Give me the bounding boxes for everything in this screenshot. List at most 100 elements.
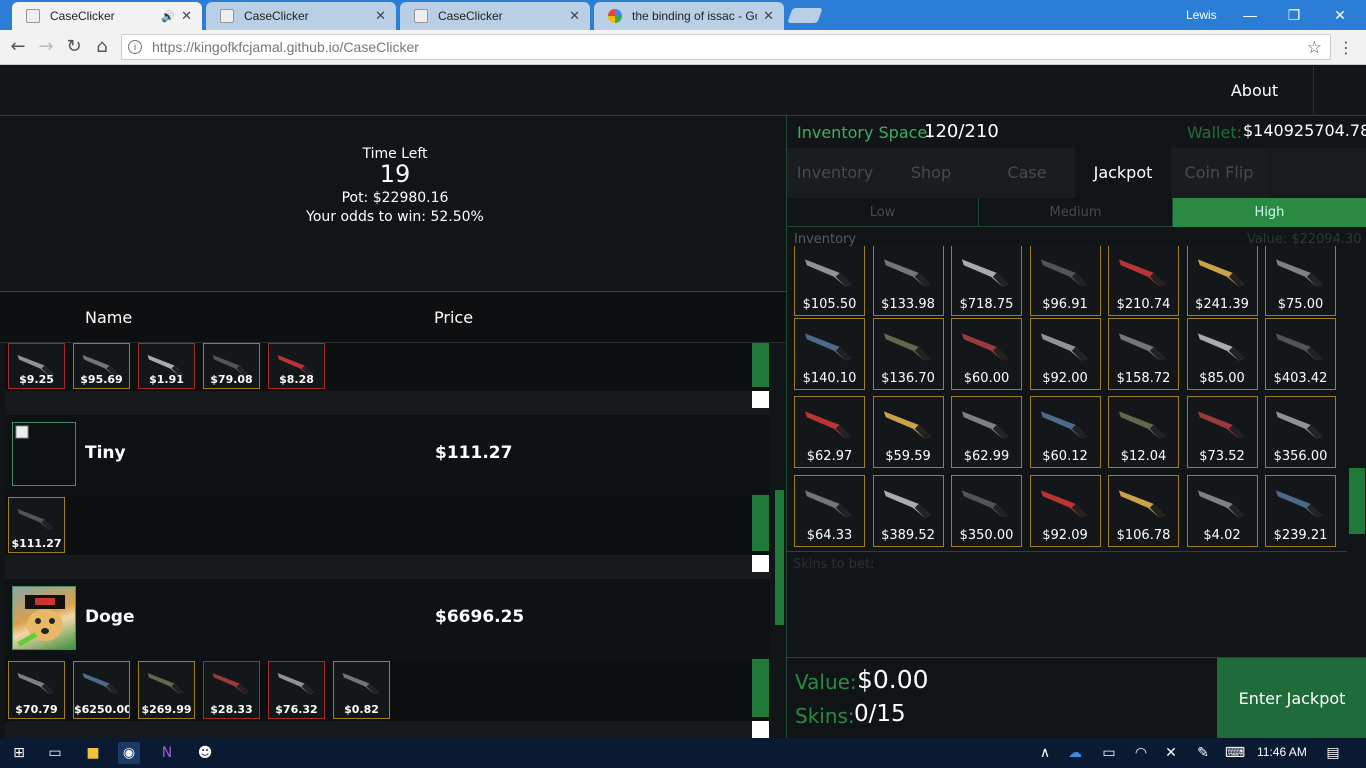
tab-jackpot[interactable]: Jackpot (1075, 148, 1171, 198)
close-tab-icon[interactable]: ✕ (763, 8, 774, 24)
restore-icon[interactable]: ❐ (1272, 4, 1316, 26)
new-tab-button[interactable] (787, 8, 823, 23)
tab-case[interactable]: Case (979, 148, 1075, 198)
minimize-icon[interactable]: — (1228, 4, 1272, 26)
inventory-item[interactable]: $136.70 (872, 317, 944, 390)
risk-high[interactable]: High (1173, 198, 1366, 227)
browser-tab-4[interactable]: the binding of issac - Go ✕ (594, 2, 784, 30)
inventory-item[interactable]: $105.50 (794, 246, 865, 316)
inventory-item[interactable]: $718.75 (951, 246, 1022, 316)
address-bar[interactable]: i https://kingofkfcjamal.github.io/CaseC… (121, 34, 1331, 60)
bet-item[interactable]: $95.69 (73, 343, 130, 389)
weapon-skin-icon (961, 411, 1009, 439)
inventory-item[interactable]: $64.33 (794, 474, 865, 547)
enter-jackpot-button[interactable]: Enter Jackpot (1217, 658, 1366, 739)
back-icon[interactable]: ← (6, 35, 30, 59)
pen-icon[interactable]: ✎ (1192, 742, 1214, 764)
inventory-item[interactable]: $75.00 (1265, 246, 1336, 316)
close-tab-icon[interactable]: ✕ (569, 8, 580, 24)
inventory-item[interactable]: $140.10 (794, 317, 865, 390)
tab-coin-flip[interactable]: Coin Flip (1171, 148, 1267, 198)
inventory-item[interactable]: $106.78 (1108, 474, 1179, 547)
scrollbar-thumb[interactable] (775, 490, 784, 625)
volume-muted-icon[interactable]: ✕ (1160, 742, 1182, 764)
inventory-item[interactable]: $62.99 (951, 396, 1022, 468)
inventory-item[interactable]: $60.12 (1029, 396, 1101, 468)
inventory-item[interactable]: $239.21 (1265, 474, 1336, 547)
battery-icon[interactable]: ▭ (1098, 742, 1120, 764)
notifications-icon[interactable]: ▤ (1322, 742, 1344, 764)
browser-tab-strip: CaseClicker 🔊 ✕ CaseClicker ✕ CaseClicke… (0, 0, 1366, 30)
inventory-item[interactable]: $210.74 (1108, 246, 1179, 316)
chrome-icon[interactable]: ◉ (118, 742, 140, 764)
bet-item[interactable]: $0.82 (333, 661, 390, 719)
close-window-icon[interactable]: ✕ (1318, 4, 1362, 26)
item-price: $28.33 (210, 703, 253, 716)
bet-item[interactable]: $8.28 (268, 343, 325, 389)
inventory-item[interactable]: $85.00 (1186, 317, 1258, 390)
close-tab-icon[interactable]: ✕ (375, 8, 386, 24)
item-price: $59.59 (885, 449, 931, 464)
inventory-item[interactable]: $4.02 (1186, 474, 1258, 547)
tab-shop[interactable]: Shop (883, 148, 979, 198)
task-view-icon[interactable]: ▭ (44, 742, 66, 764)
app-icon[interactable]: ☻ (194, 742, 216, 764)
risk-low[interactable]: Low (787, 198, 979, 227)
item-price: $62.97 (806, 449, 853, 464)
bet-item[interactable]: $6250.00 (73, 661, 130, 719)
browser-tab-1[interactable]: CaseClicker 🔊 ✕ (12, 2, 202, 30)
inventory-scrollbar-thumb[interactable] (1349, 468, 1365, 534)
wifi-icon[interactable]: ◠ (1130, 742, 1152, 764)
inventory-item[interactable]: $389.52 (872, 474, 944, 547)
inventory-item[interactable]: $350.00 (951, 474, 1022, 547)
bet-item[interactable]: $70.79 (8, 661, 65, 719)
bet-item[interactable]: $76.32 (268, 661, 325, 719)
onedrive-icon[interactable]: ☁ (1064, 742, 1086, 764)
show-hidden-icons[interactable]: ∧ (1034, 742, 1056, 764)
inventory-item[interactable]: $133.98 (872, 246, 944, 316)
risk-medium[interactable]: Medium (979, 198, 1173, 227)
inventory-item[interactable]: $241.39 (1186, 246, 1258, 316)
inventory-item[interactable]: $62.97 (794, 396, 865, 468)
file-explorer-icon[interactable]: ■ (82, 742, 104, 764)
inventory-item[interactable]: $73.52 (1186, 396, 1258, 468)
inventory-item[interactable]: $158.72 (1108, 317, 1179, 390)
speaker-icon[interactable]: 🔊 (161, 10, 175, 23)
inventory-item[interactable]: $59.59 (872, 396, 944, 468)
home-icon[interactable]: ⌂ (90, 35, 114, 59)
bookmark-star-icon[interactable]: ☆ (1307, 38, 1322, 58)
onenote-icon[interactable]: N (156, 742, 178, 764)
odds-value: Your odds to win: 52.50% (306, 209, 484, 225)
inventory-item[interactable]: $356.00 (1265, 396, 1336, 468)
weapon-skin-icon (961, 259, 1009, 287)
item-price: $105.50 (802, 297, 857, 312)
inventory-item[interactable]: $60.00 (951, 317, 1022, 390)
browser-tab-2[interactable]: CaseClicker ✕ (206, 2, 396, 30)
profile-name[interactable]: Lewis (1186, 8, 1217, 22)
bet-item[interactable]: $111.27 (8, 497, 65, 553)
browser-tab-3[interactable]: CaseClicker ✕ (400, 2, 590, 30)
weapon-skin-icon (961, 332, 1009, 360)
bet-item[interactable]: $269.99 (138, 661, 195, 719)
close-tab-icon[interactable]: ✕ (181, 8, 192, 24)
windows-start-icon[interactable]: ⊞ (8, 742, 30, 764)
keyboard-icon[interactable]: ⌨ (1224, 742, 1246, 764)
inventory-item[interactable]: $92.09 (1029, 474, 1101, 547)
tab-inventory[interactable]: Inventory (787, 148, 883, 198)
clock[interactable]: 11:46 AM (1257, 745, 1307, 759)
bet-item[interactable]: $9.25 (8, 343, 65, 389)
menu-icon[interactable]: ⋮ (1338, 38, 1354, 57)
inventory-item[interactable]: $92.00 (1029, 317, 1101, 390)
inventory-item[interactable]: $96.91 (1029, 246, 1101, 316)
forward-icon[interactable]: → (34, 35, 58, 59)
bet-item[interactable]: $28.33 (203, 661, 260, 719)
inventory-item[interactable]: $12.04 (1108, 396, 1179, 468)
bet-item[interactable]: $79.08 (203, 343, 260, 389)
weapon-skin-icon (1197, 411, 1244, 439)
reload-icon[interactable]: ↻ (62, 35, 86, 59)
weapon-skin-icon (342, 673, 379, 694)
about-link[interactable]: About (1196, 66, 1314, 116)
inventory-item[interactable]: $403.42 (1265, 317, 1336, 390)
info-icon[interactable]: i (128, 40, 142, 54)
bet-item[interactable]: $1.91 (138, 343, 195, 389)
